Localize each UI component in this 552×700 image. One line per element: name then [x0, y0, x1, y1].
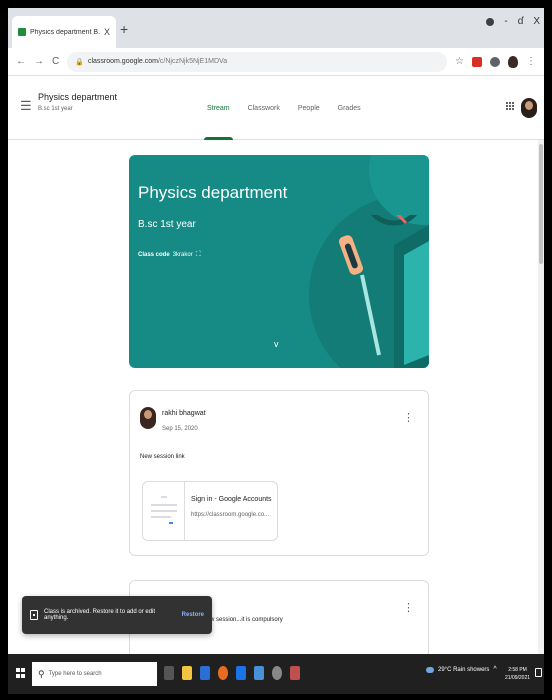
class-code-value: 3krakor — [172, 252, 193, 258]
banner-title: Physics department — [138, 183, 288, 202]
stream-post: rakhi bhagwat Sep 15, 2020 ⋮ New session… — [129, 390, 429, 556]
forward-button[interactable]: → — [34, 56, 44, 67]
toolbar-actions: ☆ ⋮ — [455, 55, 536, 68]
browser-window: Physics department B.sc 1st year X + - ɗ… — [8, 8, 544, 694]
user-avatar[interactable] — [521, 98, 537, 118]
class-code-label: Class code — [138, 252, 170, 258]
clock-time: 2:58 PM — [508, 667, 527, 673]
windows-icon[interactable] — [16, 668, 26, 678]
class-nav-tabs: Stream Classwork People Grades — [198, 76, 370, 140]
attachment-title: Sign in - Google Accounts — [191, 496, 272, 503]
back-button[interactable]: ← — [16, 56, 26, 67]
task-view-icon[interactable] — [164, 666, 174, 680]
settings-icon[interactable] — [272, 666, 282, 680]
taskbar-search[interactable]: ⚲ Type here to search — [32, 662, 157, 686]
post-text: New session link — [140, 454, 185, 460]
tab-close-icon[interactable]: X — [104, 27, 110, 37]
restore-button[interactable]: Restore — [182, 612, 204, 618]
profile-icon[interactable] — [486, 17, 495, 26]
address-bar[interactable]: 🔒 classroom.google.com/c/NjczNjk5NjE1MDV… — [67, 51, 448, 72]
post-attachment[interactable]: Sign in - Google Accounts https://classr… — [142, 481, 278, 541]
class-banner: Physics department B.sc 1st year Class c… — [129, 155, 429, 368]
browser-tab[interactable]: Physics department B.sc 1st year X — [12, 16, 116, 48]
restore-button[interactable]: ɗ — [518, 16, 524, 27]
expand-icon[interactable]: ⛶ — [196, 251, 201, 259]
browser-menu-icon[interactable]: ⋮ — [526, 56, 536, 67]
reload-button[interactable]: C — [52, 56, 59, 67]
attachment-thumbnail — [143, 482, 185, 540]
banner-subtitle: B.sc 1st year — [138, 219, 196, 230]
window-controls: - ɗ X — [486, 16, 540, 27]
classroom-favicon-icon — [18, 28, 26, 36]
file-explorer-icon[interactable] — [182, 666, 192, 680]
post-date: Sep 15, 2020 — [162, 426, 198, 432]
classroom-header: ☰ Physics department B.sc 1st year Strea… — [8, 76, 544, 140]
browser-profile-avatar[interactable] — [508, 55, 519, 68]
apps-icon[interactable] — [506, 102, 514, 110]
tab-classwork[interactable]: Classwork — [239, 76, 289, 140]
clock-date: 21/09/2021 — [505, 675, 531, 681]
class-section: B.sc 1st year — [38, 106, 73, 112]
weather-icon — [426, 666, 434, 673]
attachment-url: https://classroom.google.co... — [191, 512, 270, 518]
search-icon: ⚲ — [38, 668, 45, 679]
hamburger-icon[interactable]: ☰ — [20, 98, 32, 114]
taskbar-apps — [164, 666, 300, 680]
new-tab-button[interactable]: + — [120, 22, 128, 36]
firefox-icon[interactable] — [218, 666, 228, 680]
class-name[interactable]: Physics department — [38, 92, 117, 102]
archived-snackbar: Class is archived. Restore it to add or … — [22, 596, 212, 634]
bookmark-star-icon[interactable]: ☆ — [455, 56, 464, 67]
word-icon[interactable] — [236, 666, 246, 680]
lock-icon: 🔒 — [75, 58, 84, 66]
more-vert-icon[interactable]: ⋮ — [403, 413, 414, 424]
app-icon[interactable] — [254, 666, 264, 680]
tab-title: Physics department B.sc 1st year — [30, 28, 100, 36]
more-vert-icon[interactable]: ⋮ — [403, 603, 414, 614]
windows-taskbar: ⚲ Type here to search 29°C Rain showers … — [8, 654, 544, 694]
tab-people[interactable]: People — [289, 76, 329, 140]
tray-chevron-icon[interactable]: ^ — [493, 666, 496, 673]
page-scrollbar[interactable] — [538, 140, 544, 654]
chrome-app-icon[interactable] — [290, 666, 300, 680]
url-text: classroom.google.com/c/NjczNjk5NjE1MDVa — [88, 58, 227, 65]
post-author-avatar — [140, 407, 156, 429]
taskbar-search-placeholder: Type here to search — [48, 671, 102, 677]
extensions-puzzle-icon[interactable] — [490, 56, 501, 67]
taskbar-clock[interactable]: 2:58 PM 21/09/2021 — [505, 666, 530, 682]
minimize-button[interactable]: - — [504, 16, 507, 27]
extension-icon[interactable] — [472, 56, 483, 67]
weather-text[interactable]: 29°C Rain showers — [438, 667, 489, 673]
scrollbar-thumb[interactable] — [539, 144, 543, 264]
tab-grades[interactable]: Grades — [329, 76, 370, 140]
url-path: /c/NjczNjk5NjE1MDVa — [157, 58, 228, 65]
close-window-button[interactable]: X — [533, 16, 540, 27]
notification-icon[interactable] — [535, 668, 542, 677]
browser-toolbar: ← → C 🔒 classroom.google.com/c/NjczNjk5N… — [8, 48, 544, 76]
store-icon[interactable] — [200, 666, 210, 680]
post-author: rakhi bhagwat — [162, 410, 206, 417]
system-tray: 29°C Rain showers ^ — [426, 666, 497, 673]
chevron-down-icon[interactable]: v — [274, 339, 279, 349]
tab-stream[interactable]: Stream — [198, 76, 239, 140]
banner-illustration-art — [338, 215, 429, 368]
class-code: Class code 3krakor ⛶ — [138, 251, 201, 259]
url-host: classroom.google.com — [87, 58, 158, 65]
tab-strip: Physics department B.sc 1st year X + - ɗ… — [8, 8, 544, 48]
snackbar-message: Class is archived. Restore it to add or … — [44, 609, 156, 621]
archive-icon — [30, 610, 38, 620]
